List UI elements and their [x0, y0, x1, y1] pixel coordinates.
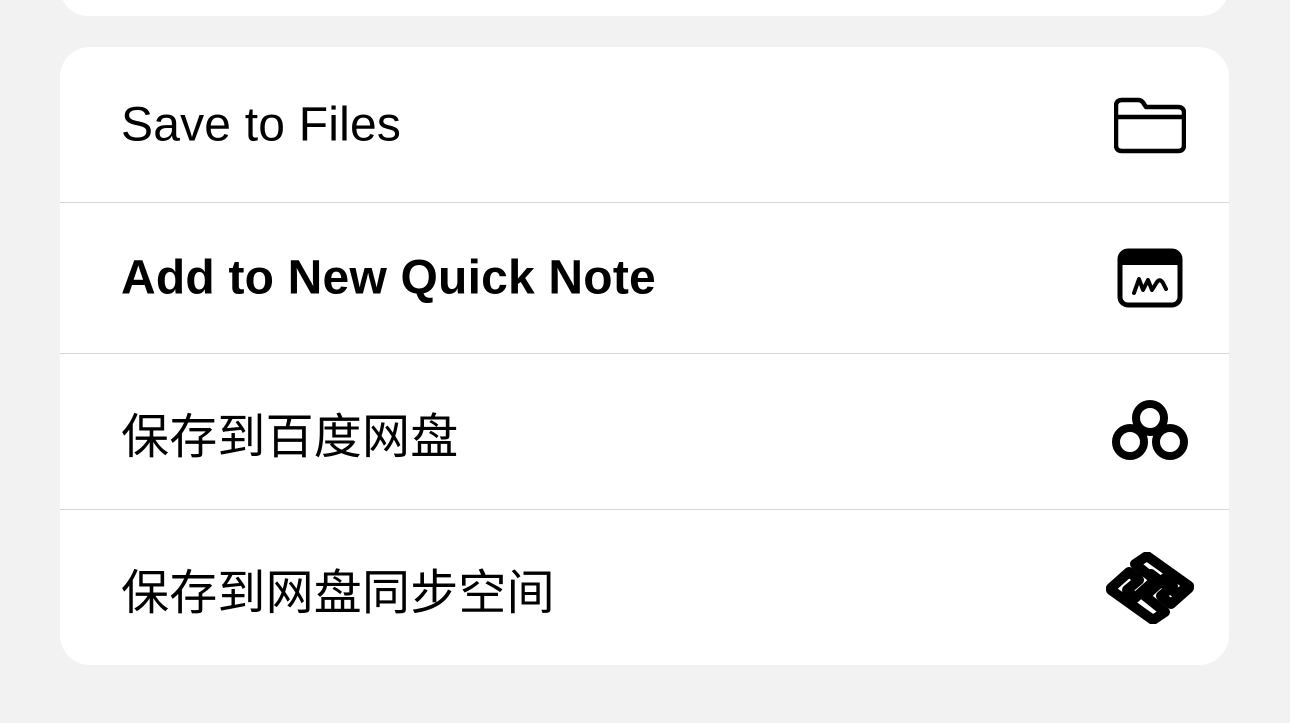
netdisk-sync-icon [1105, 551, 1195, 624]
baidu-netdisk-icon [1105, 396, 1195, 468]
save-to-files-label: Save to Files [121, 98, 402, 151]
add-to-quick-note-label: Add to New Quick Note [121, 251, 656, 305]
save-to-files-item[interactable]: Save to Files [60, 47, 1229, 202]
save-to-baidu-netdisk-label: 保存到百度网盘 [121, 410, 459, 464]
save-to-sync-space-label: 保存到网盘同步空间 [121, 566, 555, 620]
folder-icon [1105, 89, 1195, 161]
add-to-quick-note-item[interactable]: Add to New Quick Note [60, 203, 1229, 353]
save-to-sync-space-item[interactable]: 保存到网盘同步空间 [60, 510, 1229, 665]
previous-action-group [60, 0, 1229, 16]
quick-note-icon [1105, 242, 1195, 314]
save-to-baidu-netdisk-item[interactable]: 保存到百度网盘 [60, 354, 1229, 509]
share-actions-list: Save to Files Add to New Quick Note 保存到百… [60, 47, 1229, 665]
